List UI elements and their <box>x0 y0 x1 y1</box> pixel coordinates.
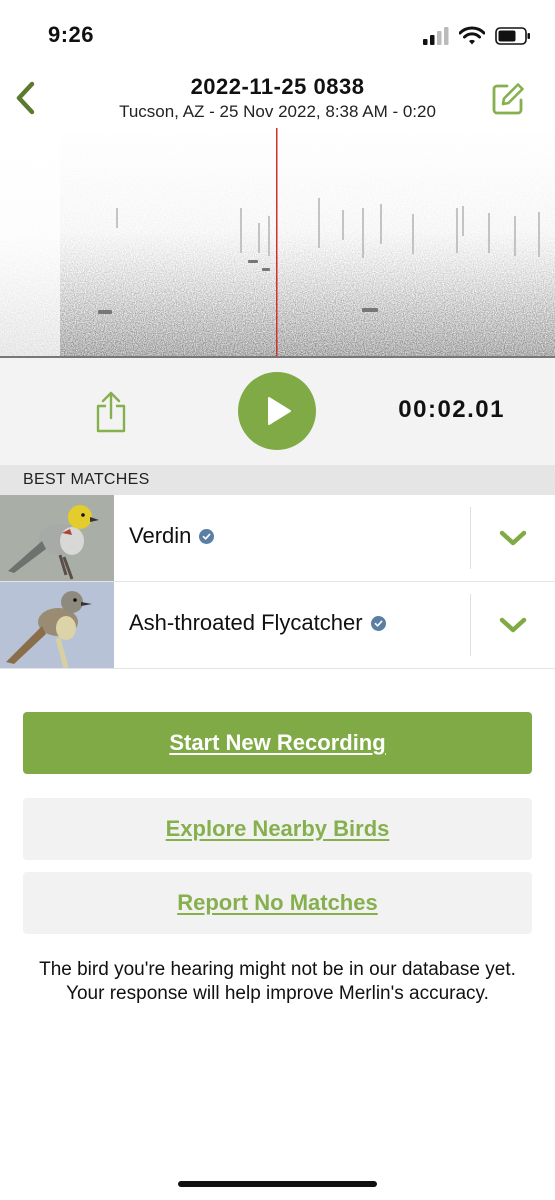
best-matches-header: BEST MATCHES <box>0 465 555 495</box>
chevron-down-icon <box>499 617 527 633</box>
play-icon <box>268 397 291 425</box>
edit-icon <box>492 83 524 115</box>
start-new-recording-label: Start New Recording <box>169 730 386 755</box>
recording-title: 2022-11-25 0838 <box>190 74 365 99</box>
spectrogram-image <box>0 128 555 358</box>
verified-icon <box>370 615 386 631</box>
home-indicator[interactable] <box>178 1181 377 1187</box>
wifi-icon <box>459 26 485 45</box>
match-row-ash-throated-flycatcher[interactable]: Ash-throated Flycatcher <box>0 582 555 669</box>
expand-button[interactable] <box>471 582 555 668</box>
expand-button[interactable] <box>471 495 555 581</box>
explore-nearby-birds-label: Explore Nearby Birds <box>165 816 390 841</box>
match-name-text: Verdin <box>129 523 192 548</box>
verified-icon <box>199 528 215 544</box>
no-match-note: The bird you're hearing might not be in … <box>39 959 516 1004</box>
playhead[interactable] <box>276 128 278 358</box>
report-no-matches-button[interactable]: Report No Matches <box>23 872 532 934</box>
share-icon <box>96 391 126 433</box>
battery-icon <box>495 27 530 45</box>
report-no-matches-label: Report No Matches <box>177 890 378 915</box>
start-new-recording-button[interactable]: Start New Recording <box>23 712 532 774</box>
match-name: Ash-throated Flycatcher <box>129 610 386 636</box>
status-time: 9:26 <box>48 22 95 47</box>
match-row-verdin[interactable]: Verdin <box>0 495 555 582</box>
match-name-text: Ash-throated Flycatcher <box>129 610 363 635</box>
share-button[interactable] <box>94 390 128 434</box>
best-matches-title: BEST MATCHES <box>23 471 150 488</box>
verdin-photo <box>0 495 114 581</box>
play-button[interactable] <box>238 372 316 450</box>
ash-throated-flycatcher-photo <box>0 582 114 668</box>
signal-icon <box>423 27 449 45</box>
playback-timecode: 00:02.01 <box>398 396 505 423</box>
spectrogram[interactable] <box>0 128 555 358</box>
chevron-down-icon <box>499 530 527 546</box>
edit-button[interactable] <box>491 82 525 116</box>
match-name: Verdin <box>129 523 215 549</box>
recording-subtitle: Tucson, AZ - 25 Nov 2022, 8:38 AM - 0:20 <box>119 102 436 121</box>
status-icons <box>423 24 531 48</box>
explore-nearby-birds-button[interactable]: Explore Nearby Birds <box>23 798 532 860</box>
